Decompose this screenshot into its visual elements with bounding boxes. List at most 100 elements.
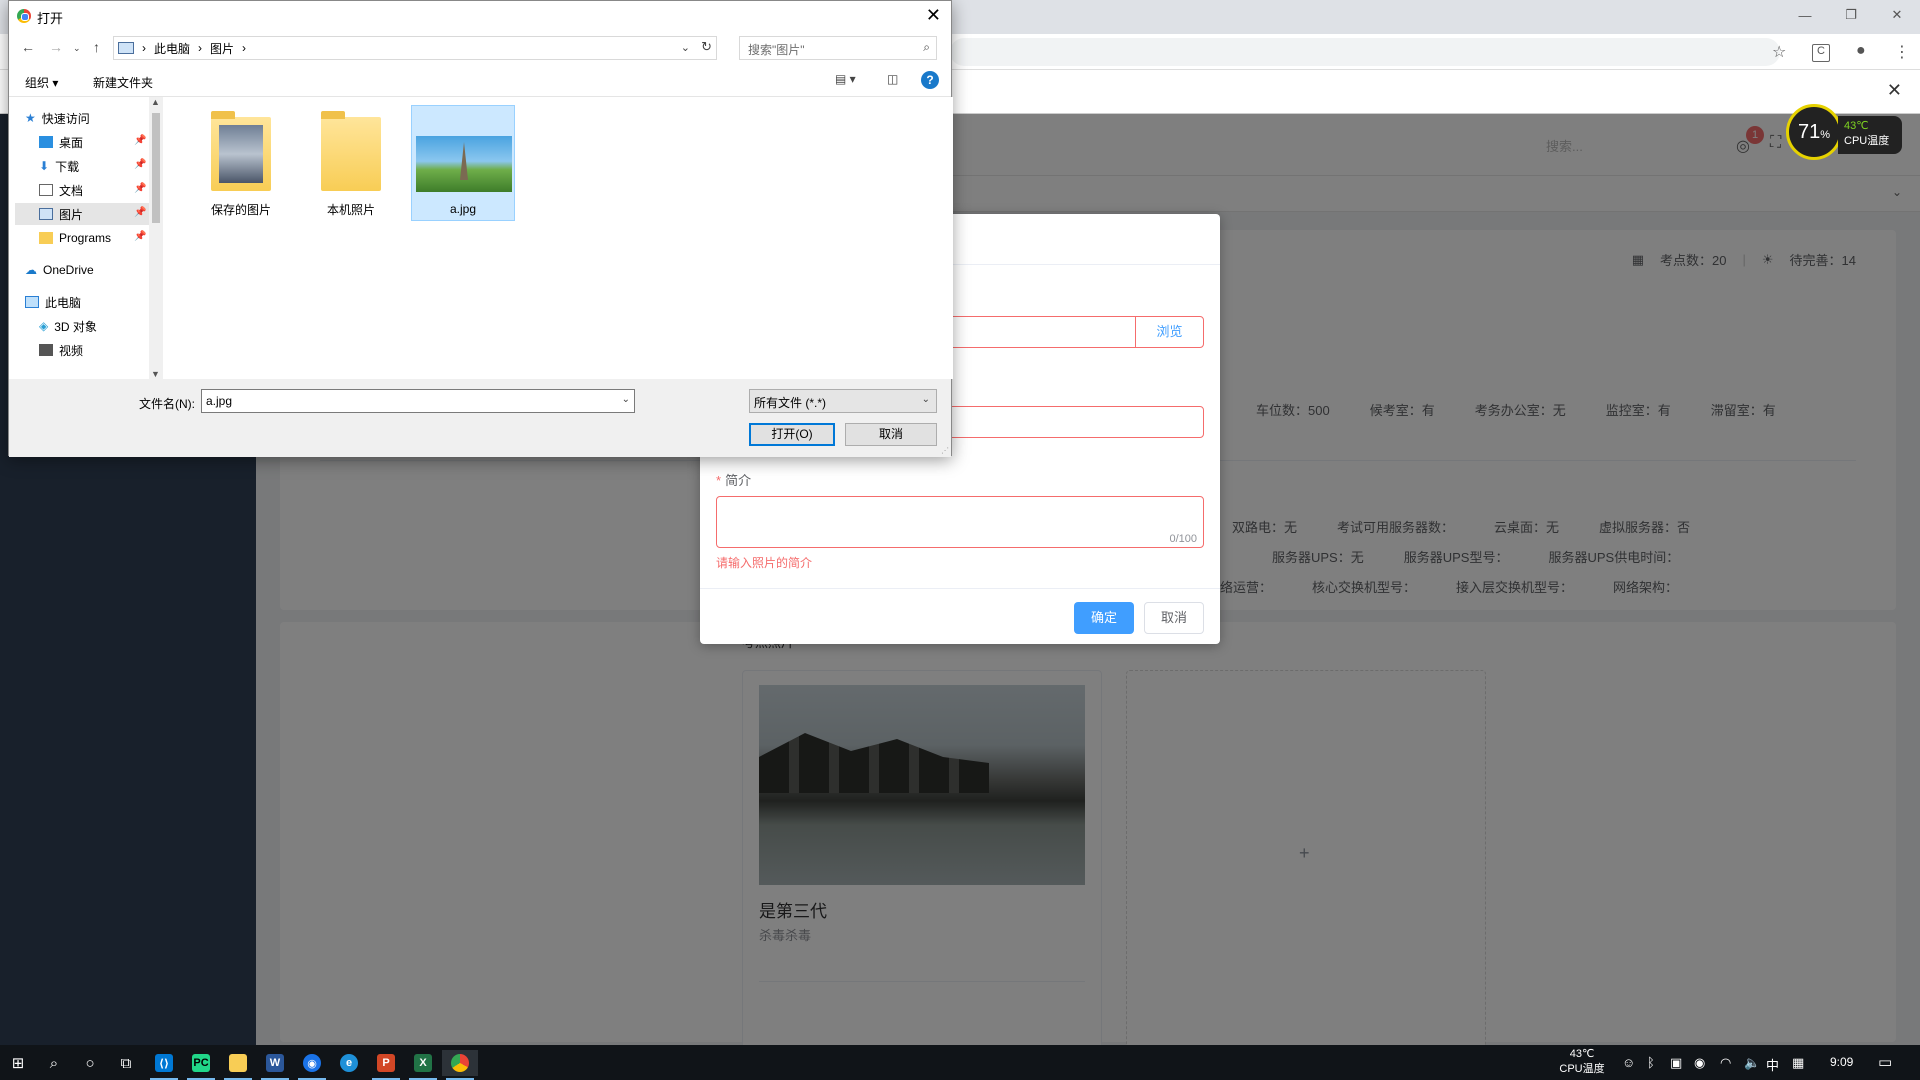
browser-tray-icon[interactable]: ◉ — [1694, 1055, 1705, 1071]
file-item-a-jpg[interactable]: a.jpg — [411, 105, 515, 221]
nav-item-videos[interactable]: 视频 — [39, 339, 83, 361]
pin-icon: 📌 — [134, 135, 147, 146]
restore-button[interactable]: ❐ — [1828, 0, 1874, 30]
breadcrumb-item[interactable]: 此电脑 — [154, 40, 190, 57]
ime-indicator[interactable]: 中 — [1766, 1055, 1779, 1074]
required-mark: * — [716, 473, 722, 488]
action-center-icon[interactable]: ▭ — [1878, 1053, 1892, 1071]
chrome-icon — [17, 9, 31, 23]
file-item-camera-roll[interactable]: 本机照片 — [299, 105, 403, 221]
browse-button[interactable]: 浏览 — [1135, 317, 1203, 347]
nav-label: Programs — [59, 231, 112, 245]
cancel-button[interactable]: 取消 — [1144, 602, 1204, 634]
intro-label-text: 简介 — [725, 473, 752, 488]
task-view-icon[interactable]: ⧉ — [108, 1050, 144, 1076]
close-icon[interactable]: ✕ — [1887, 80, 1902, 101]
cortana-icon[interactable]: ○ — [72, 1050, 108, 1076]
nav-label: OneDrive — [43, 263, 94, 277]
chevron-down-icon[interactable]: ⌄ — [681, 41, 690, 54]
cpu-widget[interactable]: 71% 43℃ CPU温度 — [1786, 104, 1906, 160]
file-name: 本机照片 — [326, 203, 375, 217]
wifi-icon[interactable]: ◠ — [1720, 1055, 1731, 1071]
people-icon[interactable]: ☺ — [1622, 1055, 1635, 1070]
word-icon[interactable]: W — [257, 1050, 293, 1080]
folder-icon — [39, 232, 53, 244]
address-breadcrumb[interactable]: › 此电脑 › 图片 › ⌄ ↻ — [113, 36, 717, 60]
view-options-icon[interactable]: ▤ ▾ — [835, 72, 856, 86]
cpu-temp-panel: 43℃ CPU温度 — [1838, 116, 1902, 154]
edge-icon[interactable]: e — [331, 1050, 367, 1076]
back-arrow-icon[interactable]: ← — [21, 39, 35, 55]
scroll-down-icon[interactable]: ▼ — [151, 369, 160, 379]
computer-icon — [25, 296, 39, 308]
cancel-button[interactable]: 取消 — [845, 423, 937, 446]
breadcrumb-sep: › — [198, 41, 203, 55]
filetype-value: 所有文件 (*.*) — [754, 396, 827, 410]
cloud-icon: ☁ — [25, 263, 37, 277]
nav-item-desktop[interactable]: 桌面 — [39, 131, 83, 153]
nav-item-3d-objects[interactable]: ◈ 3D 对象 — [39, 315, 97, 337]
breadcrumb-item[interactable]: 图片 — [210, 40, 234, 57]
pycharm-icon[interactable]: PC — [183, 1050, 219, 1080]
tray-temp-value: 43℃ — [1569, 1048, 1595, 1060]
folder-icon — [317, 111, 385, 191]
close-button[interactable]: ✕ — [1874, 0, 1920, 30]
nav-label: 此电脑 — [45, 295, 82, 310]
menu-icon[interactable]: ⋮ — [1894, 42, 1910, 62]
chrome-icon[interactable] — [442, 1050, 478, 1080]
confirm-button[interactable]: 确定 — [1074, 602, 1134, 634]
filetype-select[interactable]: 所有文件 (*.*) ⌄ — [749, 389, 937, 413]
vscode-icon[interactable]: ⟨⟩ — [146, 1050, 182, 1080]
preview-pane-icon[interactable]: ◫ — [887, 72, 898, 86]
nav-item-this-pc[interactable]: 此电脑 — [25, 291, 81, 313]
powerpoint-icon[interactable]: P — [368, 1050, 404, 1080]
new-folder-button[interactable]: 新建文件夹 — [93, 74, 153, 91]
filename-input[interactable]: a.jpg ⌄ — [201, 389, 635, 413]
intro-textarea[interactable]: 0/100 — [716, 496, 1204, 548]
star-icon[interactable]: ☆ — [1772, 42, 1786, 62]
nav-item-documents[interactable]: 文档 — [39, 179, 83, 201]
excel-icon[interactable]: X — [405, 1050, 441, 1080]
volume-icon[interactable]: 🔈 — [1744, 1055, 1760, 1071]
tray-cpu-temp[interactable]: 43℃ CPU温度 — [1556, 1047, 1608, 1077]
start-icon[interactable]: ⊞ — [0, 1050, 36, 1076]
scroll-up-icon[interactable]: ▲ — [151, 97, 160, 107]
help-icon[interactable]: ? — [921, 71, 939, 89]
organize-button[interactable]: 组织 ▾ — [25, 74, 58, 91]
nav-item-onedrive[interactable]: ☁ OneDrive — [25, 259, 94, 281]
search-input[interactable]: 搜索"图片" ⌕ — [739, 36, 937, 60]
keyboard-icon[interactable]: ▦ — [1792, 1055, 1804, 1071]
search-icon[interactable]: ⌕ — [923, 40, 930, 55]
nav-item-downloads[interactable]: ⬇ 下载 — [39, 155, 79, 177]
browser-icon[interactable]: ◉ — [294, 1050, 330, 1080]
pin-icon: 📌 — [134, 183, 147, 194]
breadcrumb-sep: › — [242, 41, 247, 55]
chevron-down-icon[interactable]: ⌄ — [622, 394, 630, 405]
forward-arrow-icon[interactable]: → — [49, 39, 63, 55]
close-icon[interactable]: ✕ — [926, 5, 941, 26]
minimize-button[interactable]: — — [1782, 0, 1828, 30]
dialog-title: 打开 — [37, 11, 64, 26]
document-icon — [39, 184, 53, 196]
account-icon[interactable]: ● — [1856, 42, 1866, 60]
extension-icon[interactable]: C — [1812, 44, 1830, 62]
nav-item-programs[interactable]: Programs — [39, 227, 111, 249]
file-item-saved-pictures[interactable]: 保存的图片 — [189, 105, 293, 221]
file-explorer-icon[interactable] — [220, 1050, 256, 1080]
resize-grip-icon[interactable]: ⋰ — [941, 446, 949, 455]
image-thumbnail — [416, 136, 512, 192]
clock[interactable]: 9:09 — [1830, 1055, 1853, 1069]
chevron-down-icon[interactable]: ⌄ — [922, 394, 930, 405]
search-icon[interactable]: ⌕ — [36, 1050, 72, 1076]
scrollbar-thumb[interactable] — [152, 113, 160, 223]
address-bar[interactable] — [950, 38, 1780, 66]
open-button[interactable]: 打开(O) — [749, 423, 835, 446]
nav-label: 下载 — [55, 159, 80, 174]
refresh-icon[interactable]: ↻ — [701, 39, 712, 55]
nav-scrollbar[interactable]: ▲ ▼ — [149, 97, 163, 379]
recent-locations-icon[interactable]: ⌄ — [73, 43, 81, 54]
up-arrow-icon[interactable]: ↑ — [93, 39, 100, 55]
app-tray-icon[interactable]: ▣ — [1670, 1055, 1682, 1071]
nav-item-quick-access[interactable]: ★ 快速访问 — [25, 107, 90, 129]
bluetooth-icon[interactable]: ᛒ — [1647, 1055, 1655, 1070]
